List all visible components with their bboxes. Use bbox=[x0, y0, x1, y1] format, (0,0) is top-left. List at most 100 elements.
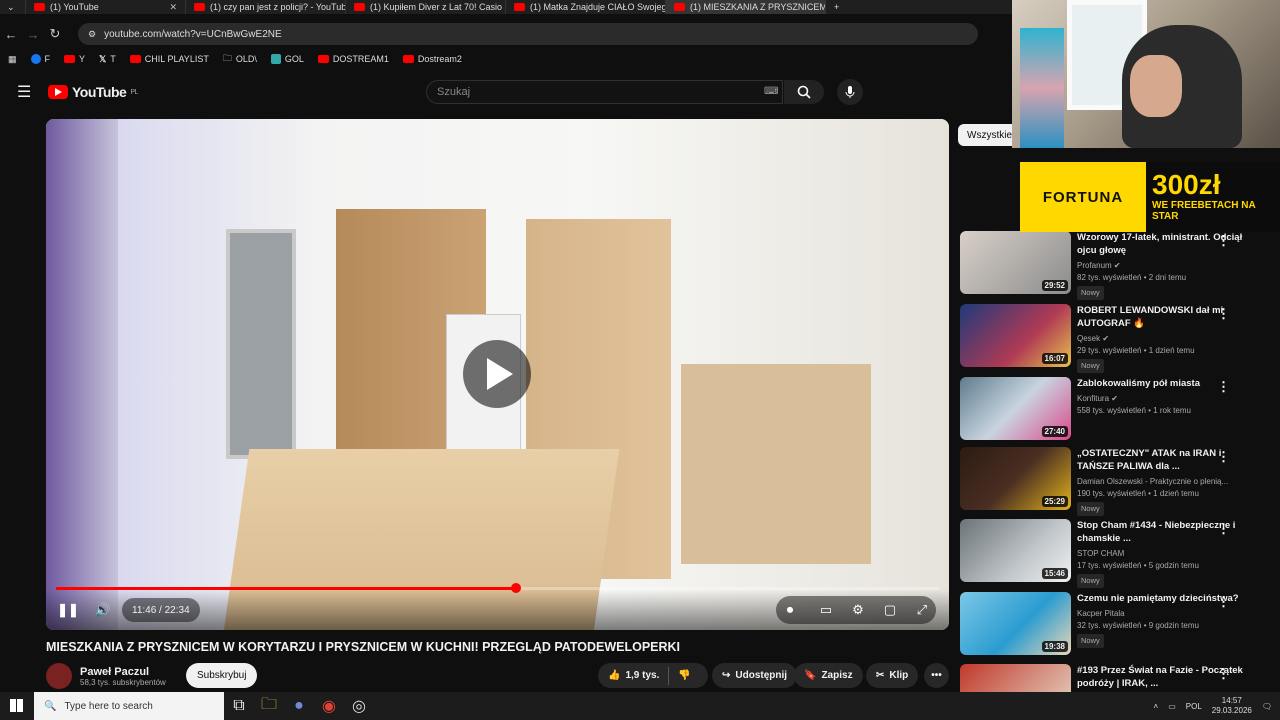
video-thumbnail[interactable]: 16:07 bbox=[960, 304, 1071, 367]
more-options-icon[interactable]: ⋮ bbox=[1217, 449, 1230, 465]
recommendation-item[interactable]: #193 Przez Świat na Fazie - Początek pod… bbox=[958, 664, 1280, 692]
url-field[interactable]: ⚙ youtube.com/watch?v=UCnBwGwE2NE bbox=[78, 23, 978, 45]
microphone-icon bbox=[845, 86, 855, 98]
network-icon[interactable]: ▭ bbox=[1168, 702, 1176, 711]
bookmark-x[interactable]: 𝕏T bbox=[99, 54, 116, 65]
browser-tab[interactable]: (1) Kupiłem Diver z Lat 70! Casio✕ bbox=[346, 0, 506, 14]
back-icon[interactable]: ← bbox=[0, 27, 22, 42]
channel-name[interactable]: Paweł Paczul bbox=[80, 666, 166, 678]
more-options-icon[interactable]: ⋮ bbox=[1217, 594, 1230, 610]
recommendation-channel[interactable]: Profanum bbox=[1077, 261, 1112, 270]
clock[interactable]: 14:57 29.03.2026 bbox=[1212, 696, 1252, 716]
video-thumbnail[interactable]: 19:38 bbox=[960, 592, 1071, 655]
autoplay-toggle[interactable]: ⏺ bbox=[780, 598, 800, 622]
site-info-icon[interactable]: ⚙ bbox=[88, 29, 96, 40]
thumbs-up-icon: 👍 bbox=[608, 670, 621, 681]
video-player[interactable]: ❚❚ 🔊 11:46 / 22:34 ⏺ ▭ ⚙ ▢ ⤢ bbox=[46, 119, 949, 630]
more-options-icon[interactable]: ⋮ bbox=[1217, 666, 1230, 682]
subtitles-icon[interactable]: ▭ bbox=[816, 598, 836, 622]
language-indicator[interactable]: POL bbox=[1186, 702, 1202, 711]
video-duration: 27:40 bbox=[1041, 426, 1068, 437]
taskbar-search-input[interactable]: 🔍 Type here to search bbox=[34, 692, 224, 720]
bookmark-facebook[interactable]: F bbox=[30, 54, 50, 64]
browser-tab[interactable]: (1) YouTube ✕ bbox=[26, 0, 186, 14]
volume-button[interactable]: 🔊 bbox=[92, 598, 114, 622]
recommendation-meta: 190 tys. wyświetleń • 1 dzień temu bbox=[1077, 489, 1199, 498]
file-explorer-icon[interactable]: 🗀 bbox=[254, 692, 284, 720]
more-options-icon[interactable]: ⋮ bbox=[1217, 233, 1230, 249]
new-badge: Nowy bbox=[1077, 574, 1104, 588]
menu-icon[interactable]: ☰ bbox=[17, 82, 31, 102]
keyboard-icon[interactable]: ⌨ bbox=[764, 86, 778, 97]
big-play-button[interactable] bbox=[463, 340, 531, 408]
fullscreen-icon[interactable]: ⤢ bbox=[912, 598, 932, 622]
recommendation-meta: 558 tys. wyświetleń • 1 rok temu bbox=[1077, 406, 1191, 415]
task-view-icon[interactable]: ⧉ bbox=[224, 692, 254, 720]
share-button[interactable]: ↪ Udostępnij bbox=[712, 663, 798, 688]
recommendation-item[interactable]: 15:46 Stop Cham #1434 - Niebezpieczne i … bbox=[958, 519, 1280, 588]
video-thumbnail[interactable]: 25:29 bbox=[960, 447, 1071, 510]
scissors-icon: ✂ bbox=[876, 670, 885, 681]
save-button[interactable]: 🔖 Zapisz bbox=[794, 663, 863, 688]
bookmark-gol[interactable]: GOL bbox=[270, 54, 304, 64]
progress-scrubber[interactable] bbox=[511, 583, 522, 593]
video-thumbnail[interactable]: 29:52 bbox=[960, 231, 1071, 294]
youtube-favicon-icon bbox=[674, 3, 685, 11]
bookmark-dostream1[interactable]: DOSTREAM1 bbox=[317, 54, 389, 64]
fortuna-logo: FORTUNA bbox=[1020, 162, 1146, 232]
voice-search-button[interactable] bbox=[837, 79, 863, 105]
tray-chevron-icon[interactable]: ˄ bbox=[1154, 702, 1159, 711]
recommendation-item[interactable]: 27:40 Zablokowaliśmy pół miasta Konfitur… bbox=[958, 377, 1280, 443]
apps-grid-icon[interactable]: ▦ bbox=[8, 54, 17, 65]
notifications-icon[interactable]: 🗨 bbox=[1262, 702, 1272, 711]
more-options-icon[interactable]: ⋮ bbox=[1217, 521, 1230, 537]
discord-icon[interactable]: ● bbox=[284, 692, 314, 720]
bookmark-chil-playlist[interactable]: CHIL PLAYLIST bbox=[129, 54, 209, 64]
forward-icon[interactable]: → bbox=[22, 27, 44, 42]
search-icon: 🔍 bbox=[44, 700, 57, 712]
obs-icon[interactable]: ◎ bbox=[344, 692, 374, 720]
recommendation-channel[interactable]: Damian Olszewski - Praktycznie o plenią.… bbox=[1077, 477, 1228, 486]
recommendation-meta: 82 tys. wyświetleń • 2 dni temu bbox=[1077, 273, 1187, 282]
search-button[interactable] bbox=[784, 80, 824, 104]
video-thumbnail[interactable]: 15:46 bbox=[960, 519, 1071, 582]
bookmark-old[interactable]: 🗀 OLD\ bbox=[223, 51, 257, 67]
reload-icon[interactable]: ↻ bbox=[44, 26, 66, 42]
recommendation-item[interactable]: 16:07 ROBERT LEWANDOWSKI dał mi AUTOGRAF… bbox=[958, 304, 1280, 373]
channel-avatar[interactable] bbox=[46, 663, 72, 689]
settings-gear-icon[interactable]: ⚙ bbox=[848, 598, 868, 622]
clip-button[interactable]: ✂ Klip bbox=[866, 663, 919, 688]
video-thumbnail[interactable]: 27:40 bbox=[960, 377, 1071, 440]
new-badge: Nowy bbox=[1077, 286, 1104, 300]
recommendation-channel[interactable]: Konfitura bbox=[1077, 394, 1109, 403]
search-input[interactable]: Szukaj bbox=[426, 80, 783, 104]
channel-subscriber-count: 58,3 tys. subskrybentów bbox=[80, 677, 166, 687]
recommendation-channel[interactable]: STOP CHAM bbox=[1077, 549, 1124, 558]
theater-mode-icon[interactable]: ▢ bbox=[880, 598, 900, 622]
browser-tab[interactable]: (1) czy pan jest z policji? - YouTube✕ bbox=[186, 0, 346, 14]
more-actions-button[interactable]: ••• bbox=[924, 663, 949, 688]
youtube-logo[interactable]: YouTube PL bbox=[48, 84, 138, 100]
recommendation-channel[interactable]: Kacper Pitala bbox=[1077, 609, 1125, 618]
tab-list-button[interactable]: ⌄ bbox=[0, 0, 26, 14]
pause-button[interactable]: ❚❚ bbox=[57, 598, 79, 622]
more-options-icon[interactable]: ⋮ bbox=[1217, 379, 1230, 395]
progress-bar[interactable] bbox=[56, 583, 939, 593]
close-tab-icon[interactable]: ✕ bbox=[169, 2, 177, 13]
like-button[interactable]: 👍 1,9 tys. bbox=[608, 670, 659, 681]
browser-tab-active[interactable]: (1) MIESZKANIA Z PRYSZNICEM✕ bbox=[666, 0, 826, 14]
bookmark-dostream2[interactable]: Dostream2 bbox=[402, 54, 462, 64]
chrome-icon[interactable]: ◉ bbox=[314, 692, 344, 720]
recommendation-item[interactable]: 29:52 Wzorowy 17-latek, ministrant. Odci… bbox=[958, 231, 1280, 300]
new-tab-button[interactable]: + bbox=[826, 0, 856, 14]
bookmark-youtube[interactable]: Y bbox=[64, 54, 85, 64]
recommendation-item[interactable]: 19:38 Czemu nie pamiętamy dzieciństwa? K… bbox=[958, 592, 1280, 658]
windows-start-icon[interactable] bbox=[10, 699, 23, 712]
recommendation-item[interactable]: 25:29 „OSTATECZNY" ATAK na IRAN i TAŃSZE… bbox=[958, 447, 1280, 516]
recommendation-channel[interactable]: Qesek bbox=[1077, 334, 1100, 343]
browser-tab[interactable]: (1) Matka Znajduje CIAŁO Swojego✕ bbox=[506, 0, 666, 14]
more-options-icon[interactable]: ⋮ bbox=[1217, 306, 1230, 322]
dislike-button[interactable]: 👎 bbox=[678, 670, 690, 681]
subscribe-button[interactable]: Subskrybuj bbox=[186, 663, 258, 688]
video-thumbnail[interactable] bbox=[960, 664, 1071, 692]
